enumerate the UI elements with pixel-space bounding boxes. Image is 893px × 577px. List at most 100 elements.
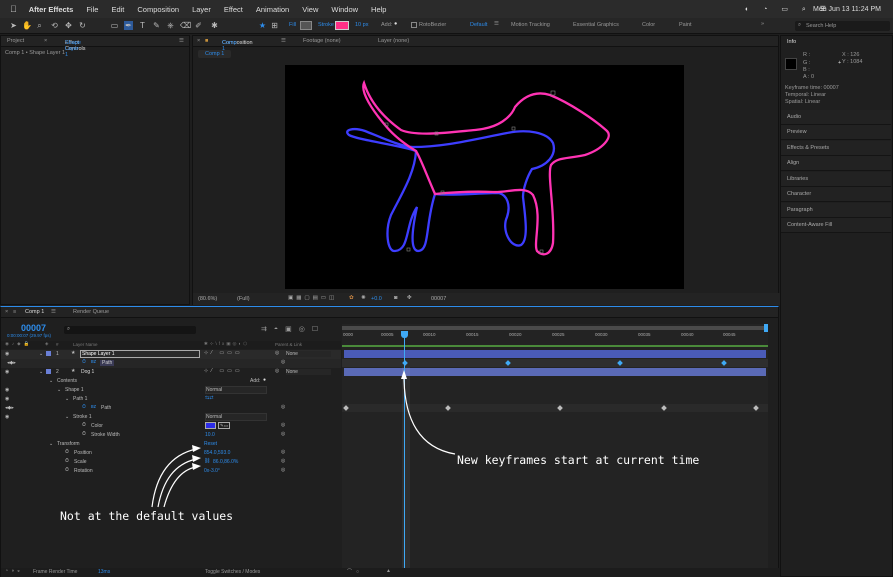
menu-window[interactable]: Window xyxy=(331,5,358,14)
menu-help[interactable]: Help xyxy=(371,5,386,14)
stopwatch-icon[interactable]: ⏱ xyxy=(82,404,86,410)
snapping-icon[interactable]: ⊞ xyxy=(270,21,279,30)
close-icon[interactable]: × xyxy=(44,38,47,44)
visibility-eye-icon[interactable]: ◉ xyxy=(5,387,9,393)
stroke-width-value[interactable]: 10.0 xyxy=(205,432,215,438)
fill-swatch[interactable] xyxy=(300,21,312,30)
add-label[interactable]: Add: xyxy=(381,22,392,28)
expression-pickwhip-icon[interactable]: ◎ xyxy=(281,359,285,365)
layer-name[interactable]: Dog 1 xyxy=(81,369,94,375)
parent-link-header[interactable]: Parent & Link xyxy=(275,342,302,347)
footer-toggle-icons[interactable]: ◔◑◒ xyxy=(5,568,23,574)
property-group-stroke-1[interactable]: ◉ ⌄ Stroke 1 Normal xyxy=(1,413,341,422)
zoom-slider[interactable]: ⌒ ○ ▲ xyxy=(347,568,391,575)
panel-menu-icon[interactable]: ☰ xyxy=(281,38,286,44)
timeline-graph-area[interactable]: 0000 00005 00010 00015 00020 00025 00030… xyxy=(342,324,768,572)
panel-menu-icon[interactable]: ☰ xyxy=(179,38,184,44)
expression-pickwhip-icon[interactable]: ◎ xyxy=(281,458,285,464)
layer-switches[interactable]: ⊹⁄ ▭▭▭ xyxy=(204,368,243,374)
workspace-color[interactable]: Color xyxy=(642,22,655,28)
workspace-motion-tracking[interactable]: Motion Tracking xyxy=(511,22,550,28)
resolution-dropdown[interactable]: (Full) xyxy=(237,296,250,302)
menu-animation[interactable]: Animation xyxy=(256,5,289,14)
position-value[interactable]: 854.0,593.0 xyxy=(204,450,230,456)
constrain-proportions-icon[interactable]: ⛓ xyxy=(204,458,210,464)
fill-label[interactable]: Fill xyxy=(289,22,296,28)
exposure-icon[interactable]: ✺ xyxy=(361,295,366,301)
stopwatch-icon[interactable]: ⏱ xyxy=(65,449,69,455)
scale-value[interactable]: 86.0,86.0% xyxy=(213,459,238,465)
workspace-default[interactable]: Default xyxy=(470,22,487,28)
property-row-stroke-width[interactable]: ⏱ Stroke Width 10.0 ◎ xyxy=(1,431,341,440)
expression-pickwhip-icon[interactable]: ◎ xyxy=(281,404,285,410)
layer-search-field[interactable]: ⌕ xyxy=(64,326,196,334)
visibility-eye-icon[interactable]: ◉ xyxy=(5,351,9,357)
expand-triangle-icon[interactable]: ⌄ xyxy=(65,396,69,402)
pen-tool-icon[interactable]: ✒ xyxy=(124,21,133,30)
app-name-menu[interactable]: After Effects xyxy=(29,5,74,14)
exposure-value[interactable]: +0.0 xyxy=(371,296,382,302)
parent-pickwhip-icon[interactable]: ◎ xyxy=(275,350,279,356)
property-row-dog-path[interactable]: ◂◆▸ ⏱ ʙz Path ◎ xyxy=(1,404,341,413)
zoom-out-icon[interactable]: ⌒ xyxy=(347,568,352,575)
viewer-controls-icons[interactable]: ▣▦▢▤▭◫ xyxy=(288,295,337,301)
composition-canvas[interactable] xyxy=(285,65,684,289)
stroke-label[interactable]: Stroke xyxy=(318,22,334,28)
toggle-switches-modes-button[interactable]: Toggle Switches / Modes xyxy=(205,569,260,575)
label-color-swatch[interactable] xyxy=(46,369,51,374)
menu-effect[interactable]: Effect xyxy=(224,5,243,14)
layer-name-header[interactable]: Layer Name xyxy=(73,342,98,347)
panel-content-aware-fill[interactable]: Content-Aware Fill xyxy=(781,218,891,233)
workspace-menu-icon[interactable]: ☰ xyxy=(494,21,499,27)
parent-dropdown[interactable]: None xyxy=(286,351,331,357)
current-time-indicator[interactable] xyxy=(404,331,405,571)
color-wheel-icon[interactable]: ✿ xyxy=(349,295,354,301)
magnification-dropdown[interactable]: (80.6%) xyxy=(198,296,217,302)
blend-mode-dropdown[interactable]: Normal xyxy=(205,386,267,394)
work-area-end-marker[interactable] xyxy=(764,324,768,332)
workspace-overflow-icon[interactable]: » xyxy=(761,21,764,27)
visibility-eye-icon[interactable]: ◉ xyxy=(5,369,9,375)
playhead-handle[interactable] xyxy=(401,331,408,338)
expand-triangle-icon[interactable]: ⌄ xyxy=(49,378,53,384)
expression-pickwhip-icon[interactable]: ◎ xyxy=(281,431,285,437)
close-icon[interactable]: × xyxy=(5,309,8,315)
workspace-paint[interactable]: Paint xyxy=(679,22,692,28)
property-row-path[interactable]: ◂◆▸ ⏱ ʙz Path ◎ xyxy=(1,359,341,368)
stroke-width-value[interactable]: 10 px xyxy=(355,22,368,28)
panel-menu-icon[interactable]: ☰ xyxy=(51,309,56,315)
layer-name[interactable]: Shape Layer 1 xyxy=(80,350,200,358)
property-group-path-1[interactable]: ◉ ⌄ Path 1 ⇆⇄ xyxy=(1,395,341,404)
star-snap-icon[interactable]: ★ xyxy=(258,21,267,30)
viewer-current-time[interactable]: 00007 xyxy=(431,296,446,302)
tab-footage[interactable]: Footage (none) xyxy=(303,38,341,44)
menu-layer[interactable]: Layer xyxy=(192,5,211,14)
rectangle-tool-icon[interactable]: ▭ xyxy=(110,21,119,30)
roto-brush-tool-icon[interactable]: ✐ xyxy=(194,21,203,30)
current-time-display[interactable]: 00007 xyxy=(21,323,46,333)
rotobezier-checkbox[interactable] xyxy=(411,22,417,28)
snapshot-camera-icon[interactable]: ◙ xyxy=(394,295,397,301)
property-group-contents[interactable]: ⌄ Contents Add: ● xyxy=(1,377,341,386)
menu-view[interactable]: View xyxy=(302,5,318,14)
layer-row-shape-layer-1[interactable]: ◉ ⌄ 1 ★ Shape Layer 1 ⊹⁄ ▭▭▭ ◎ None xyxy=(1,350,341,359)
panel-effects-presets[interactable]: Effects & Presets xyxy=(781,141,891,156)
stopwatch-icon[interactable]: ⏱ xyxy=(65,458,69,464)
visibility-eye-icon[interactable]: ◉ xyxy=(5,396,9,402)
property-row-rotation[interactable]: ⏱ Rotation 0x-3.0° ◎ xyxy=(1,467,341,476)
visibility-eye-icon[interactable]: ◉ xyxy=(5,414,9,420)
expand-triangle-icon[interactable]: ⌄ xyxy=(49,441,53,447)
tab-timeline-comp[interactable]: Comp 1 xyxy=(25,309,44,315)
layer-switches[interactable]: ⊹⁄ ▭▭▭ xyxy=(204,350,243,356)
keyframe-nav-icon[interactable]: ◂◆▸ xyxy=(7,360,16,366)
path-direction-icons[interactable]: ⇆⇄ xyxy=(205,395,213,401)
property-row-scale[interactable]: ⏱ Scale ⛓ 86.0,86.0% ◎ xyxy=(1,458,341,467)
timeline-switch-icons[interactable]: ⇉◓▣◎☐ xyxy=(261,325,325,333)
layer-bar-shape-layer-1[interactable] xyxy=(344,350,766,358)
transform-reset-link[interactable]: Reset xyxy=(204,441,217,447)
panel-paragraph[interactable]: Paragraph xyxy=(781,203,891,218)
comp-flowchart-button[interactable]: Comp 1 xyxy=(198,50,232,58)
menu-file[interactable]: File xyxy=(86,5,98,14)
expression-pickwhip-icon[interactable]: ◎ xyxy=(281,449,285,455)
stroke-color-swatch[interactable] xyxy=(205,422,216,429)
